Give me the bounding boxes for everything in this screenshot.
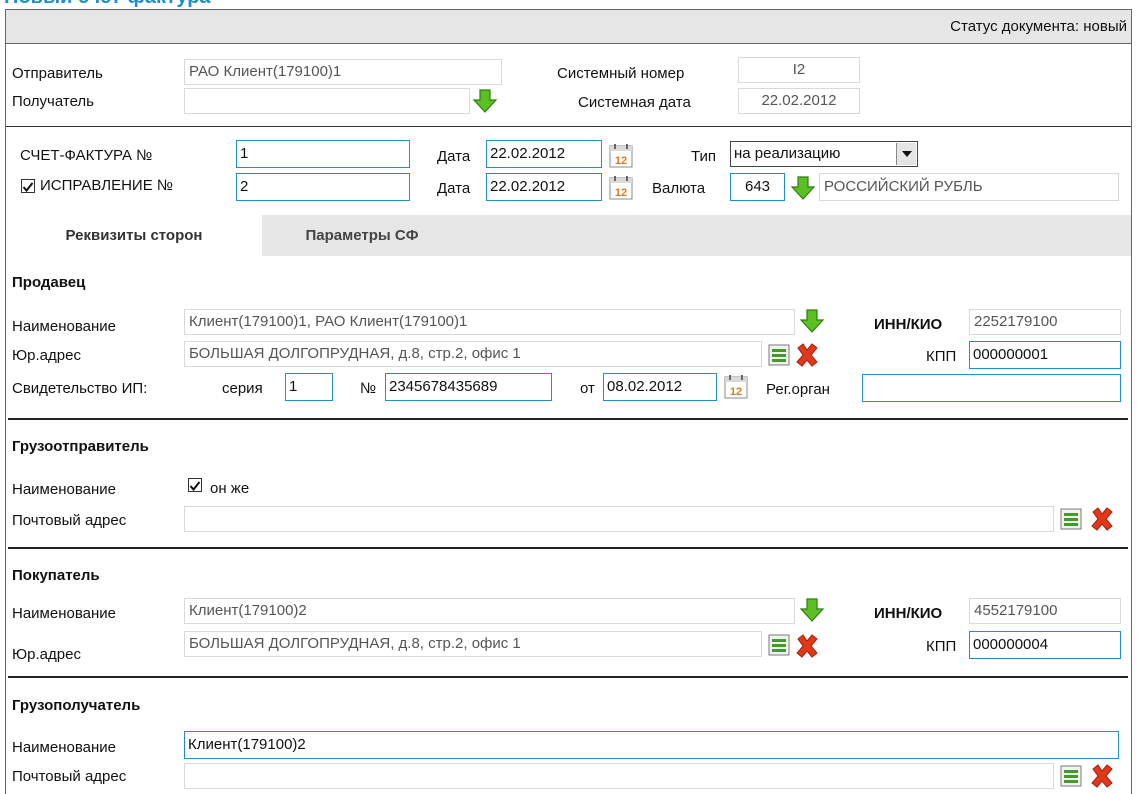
shipper-name-label: Наименование xyxy=(12,481,116,498)
buyer-name-field: Клиент(179100)2 xyxy=(184,598,795,624)
currency-code-input[interactable]: 643 xyxy=(730,173,785,201)
shipper-same-checkbox[interactable] xyxy=(188,478,202,492)
seller-name-label: Наименование xyxy=(12,318,116,335)
seller-no-input[interactable]: 2345678435689 xyxy=(385,373,552,401)
seller-from-label: от xyxy=(580,380,595,397)
consignee-address-label: Почтовый адрес xyxy=(12,768,127,785)
buyer-name-label: Наименование xyxy=(12,605,116,622)
calendar-day-text: 12 xyxy=(615,155,627,167)
buyer-header: Покупатель xyxy=(12,567,100,584)
buyer-address-list-icon[interactable] xyxy=(767,633,791,657)
seller-regorgan-input[interactable] xyxy=(862,374,1121,402)
receiver-select-icon[interactable] xyxy=(472,88,498,114)
seller-inn-label: ИНН/КИО xyxy=(874,316,943,333)
system-number-field: I2 xyxy=(738,57,860,83)
seller-series-input[interactable]: 1 xyxy=(285,373,333,401)
type-select-value: на реализацию xyxy=(734,145,841,162)
currency-select-icon[interactable] xyxy=(790,175,816,201)
seller-series-label: серия xyxy=(222,380,263,397)
type-select[interactable]: на реализацию xyxy=(730,141,918,167)
correction-date-input[interactable]: 22.02.2012 xyxy=(486,173,602,201)
seller-address-list-icon[interactable] xyxy=(767,343,791,367)
system-date-field: 22.02.2012 xyxy=(738,88,860,114)
calendar-day-text: 12 xyxy=(730,386,742,398)
correction-date-calendar-icon[interactable]: 12 xyxy=(608,175,634,201)
invoice-number-input[interactable]: 1 xyxy=(236,140,410,168)
receiver-label: Получатель xyxy=(12,93,94,110)
correction-label: ИСПРАВЛЕНИЕ № xyxy=(40,177,173,194)
divider xyxy=(8,418,1128,420)
correction-date-label: Дата xyxy=(437,180,471,197)
page-title: Новый счет-фактура xyxy=(4,0,211,9)
seller-address-field: БОЛЬШАЯ ДОЛГОПРУДНАЯ, д.8, стр.2, офис 1 xyxy=(184,341,762,367)
seller-no-label: № xyxy=(360,380,377,397)
tab-party-details[interactable]: Реквизиты сторон xyxy=(6,215,262,256)
seller-inn-field: 2252179100 xyxy=(969,309,1121,335)
sender-label: Отправитель xyxy=(12,65,103,82)
system-number-label: Системный номер xyxy=(557,65,685,82)
buyer-kpp-label: КПП xyxy=(926,638,957,655)
invoice-number-label: СЧЕТ-ФАКТУРА № xyxy=(20,147,153,164)
invoice-date-input[interactable]: 22.02.2012 xyxy=(486,140,602,168)
consignee-name-label: Наименование xyxy=(12,739,116,756)
type-label: Тип xyxy=(691,148,717,165)
status-bar: Статус документа: новый xyxy=(6,10,1131,44)
invoice-date-label: Дата xyxy=(437,148,471,165)
document-status: Статус документа: новый xyxy=(950,18,1127,35)
shipper-header: Грузоотправитель xyxy=(12,438,149,455)
tab-invoice-params[interactable]: Параметры СФ xyxy=(262,215,462,256)
seller-kpp-input[interactable]: 000000001 xyxy=(969,341,1121,369)
consignee-address-clear-icon[interactable] xyxy=(1089,763,1115,789)
system-date-label: Системная дата xyxy=(578,94,691,111)
shipper-address-field xyxy=(184,506,1054,532)
divider xyxy=(8,676,1128,678)
seller-address-label: Юр.адрес xyxy=(12,347,81,364)
buyer-kpp-input[interactable]: 000000004 xyxy=(969,631,1121,659)
consignee-address-field xyxy=(184,763,1054,789)
seller-cert-label: Свидетельство ИП: xyxy=(12,380,148,397)
chevron-down-icon[interactable] xyxy=(896,143,916,165)
correction-number-input[interactable]: 2 xyxy=(236,173,410,201)
seller-regorgan-label: Рег.орган xyxy=(766,381,830,398)
buyer-select-icon[interactable] xyxy=(799,597,825,623)
divider xyxy=(8,547,1128,549)
divider xyxy=(6,126,1131,127)
currency-name-field: РОССИЙСКИЙ РУБЛЬ xyxy=(819,173,1119,201)
seller-from-input[interactable]: 08.02.2012 xyxy=(603,373,717,401)
tab-strip: Реквизиты сторон Параметры СФ xyxy=(6,215,1131,256)
shipper-address-label: Почтовый адрес xyxy=(12,512,127,529)
seller-header: Продавец xyxy=(12,274,86,291)
seller-select-icon[interactable] xyxy=(799,308,825,334)
shipper-address-list-icon[interactable] xyxy=(1059,507,1083,531)
sender-field[interactable]: РАО Клиент(179100)1 xyxy=(184,59,502,85)
receiver-field[interactable] xyxy=(184,88,470,114)
consignee-header: Грузополучатель xyxy=(12,697,141,714)
seller-kpp-label: КПП xyxy=(926,348,957,365)
seller-from-calendar-icon[interactable]: 12 xyxy=(723,374,749,400)
buyer-address-clear-icon[interactable] xyxy=(794,633,820,659)
buyer-inn-field: 4552179100 xyxy=(969,598,1121,624)
consignee-name-input[interactable]: Клиент(179100)2 xyxy=(184,731,1119,759)
shipper-same-label: он же xyxy=(210,480,250,497)
calendar-day-text: 12 xyxy=(615,187,627,199)
buyer-address-field: БОЛЬШАЯ ДОЛГОПРУДНАЯ, д.8, стр.2, офис 1 xyxy=(184,631,762,657)
buyer-inn-label: ИНН/КИО xyxy=(874,605,943,622)
buyer-address-label: Юр.адрес xyxy=(12,646,81,663)
correction-checkbox[interactable] xyxy=(21,179,35,193)
invoice-date-calendar-icon[interactable]: 12 xyxy=(608,143,634,169)
seller-name-field: Клиент(179100)1, РАО Клиент(179100)1 xyxy=(184,309,795,335)
currency-label: Валюта xyxy=(652,180,706,197)
shipper-address-clear-icon[interactable] xyxy=(1089,506,1115,532)
seller-address-clear-icon[interactable] xyxy=(794,342,820,368)
consignee-address-list-icon[interactable] xyxy=(1059,764,1083,788)
